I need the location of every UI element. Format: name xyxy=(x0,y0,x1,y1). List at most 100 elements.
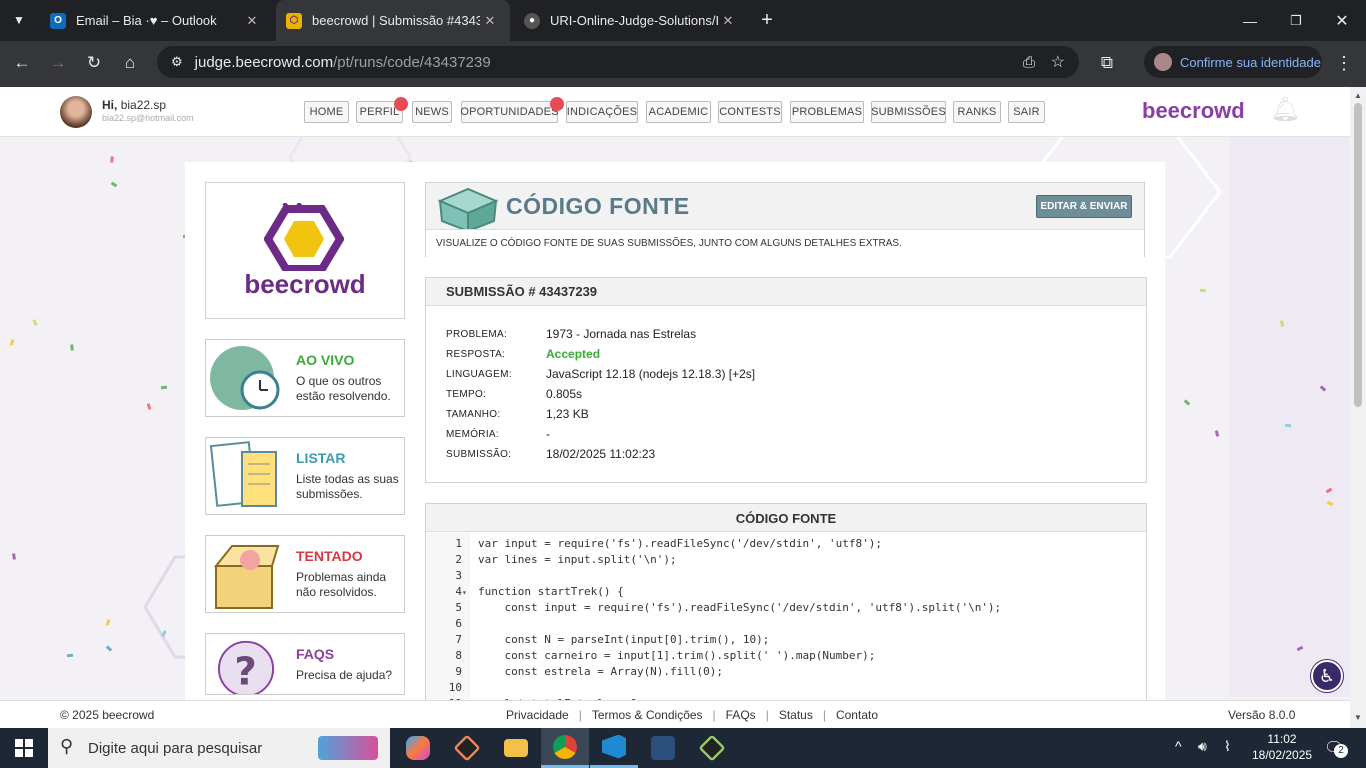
close-window-button[interactable]: ✕ xyxy=(1326,0,1358,41)
nav-academic[interactable]: ACADEMIC xyxy=(646,101,711,123)
search-highlight-icon[interactable] xyxy=(318,736,378,760)
arrow-right-icon: → xyxy=(49,53,67,72)
beecrowd-icon: ⬡ xyxy=(286,12,302,29)
question-icon: ? xyxy=(218,640,275,694)
scroll-up-icon[interactable]: ▲ xyxy=(1354,91,1362,100)
taskbar-chrome[interactable] xyxy=(541,728,589,768)
confetti xyxy=(1199,288,1207,293)
extensions-button[interactable]: ⧉ xyxy=(1091,41,1123,85)
taskbar-mysql[interactable] xyxy=(639,728,687,768)
fold-icon[interactable]: ▾ xyxy=(462,585,467,601)
sidebar-item-listar[interactable]: LISTAR Liste todas as suas submissões. xyxy=(205,437,405,515)
taskbar-copilot[interactable] xyxy=(394,728,442,768)
tab-title: Email – Bia ·♥ – Outlook xyxy=(76,13,217,28)
user-avatar[interactable] xyxy=(60,96,92,128)
notification-center-button[interactable]: 🗨︎2 xyxy=(1324,738,1348,758)
home-icon: ⌂ xyxy=(124,53,136,72)
accessibility-button[interactable]: ♿︎ xyxy=(1311,660,1343,692)
footer-link-termos[interactable]: Termos & Condições xyxy=(592,708,703,722)
nav-submissoes[interactable]: SUBMISSÕES xyxy=(871,101,946,123)
code-editor[interactable]: ▾ 1 var input = require('fs').readFileSyn… xyxy=(426,533,1146,700)
address-bar[interactable]: ⚙ judge.beecrowd.com/pt/runs/code/434372… xyxy=(157,46,1079,78)
page-scrollbar[interactable]: ▲ ▼ xyxy=(1350,87,1366,728)
scroll-down-icon[interactable]: ▼ xyxy=(1354,713,1362,722)
reload-button[interactable]: ↻ xyxy=(78,41,110,85)
taskbar-git-app-2[interactable] xyxy=(688,728,736,768)
back-button[interactable]: ← xyxy=(6,41,38,85)
git-icon xyxy=(698,734,726,762)
code-line: const estrela = Array(N).fill(0); xyxy=(478,665,724,678)
taskbar-clock[interactable]: 11:02 18/02/2025 xyxy=(1252,731,1312,763)
nav-oportunidades[interactable]: OPORTUNIDADES xyxy=(460,101,558,123)
nav-problemas[interactable]: PROBLEMAS xyxy=(790,101,864,123)
footer-link-privacidade[interactable]: Privacidade xyxy=(506,708,569,722)
maximize-button[interactable]: ❐ xyxy=(1280,0,1312,41)
value-problema[interactable]: 1973 - Jornada nas Estrelas xyxy=(546,327,696,341)
outlook-icon: O xyxy=(50,12,66,29)
url-host: judge.beecrowd.com xyxy=(194,53,334,71)
scrollbar-thumb[interactable] xyxy=(1354,103,1362,407)
profile-button[interactable]: Confirme sua identidade xyxy=(1144,46,1322,78)
edit-submit-button[interactable]: EDITAR & ENVIAR xyxy=(1036,195,1132,218)
taskbar-search[interactable]: ⚲ Digite aqui para pesquisar xyxy=(48,728,390,768)
bell-icon[interactable]: 🔔︎ xyxy=(1270,95,1300,124)
taskbar-git-app[interactable] xyxy=(443,728,491,768)
page-subtitle: VISUALIZE O CÓDIGO FONTE DE SUAS SUBMISS… xyxy=(426,229,1144,257)
minimize-button[interactable]: — xyxy=(1234,0,1266,41)
footer-link-status[interactable]: Status xyxy=(779,708,813,722)
value-tempo: 0.805s xyxy=(546,387,583,401)
search-icon: ⚲ xyxy=(60,736,74,756)
start-button[interactable] xyxy=(0,728,48,768)
sidebar-item-title: AO VIVO xyxy=(296,352,355,368)
submission-title: SUBMISSÃO # 43437239 xyxy=(426,278,1146,306)
globe-clock-icon xyxy=(210,346,280,410)
avatar xyxy=(1154,53,1172,71)
sidebar-item-ao-vivo[interactable]: AO VIVO O que os outros estão resolvendo… xyxy=(205,339,405,417)
nav-ranks[interactable]: RANKS xyxy=(953,101,1001,123)
tab-outlook[interactable]: O Email – Bia ·♥ – Outlook ✕ xyxy=(40,0,272,41)
nav-home[interactable]: HOME xyxy=(304,101,349,123)
confetti xyxy=(66,653,74,658)
sidebar-item-tentado[interactable]: TENTADO Problemas ainda não resolvidos. xyxy=(205,535,405,613)
nav-indicacoes[interactable]: INDICAÇÕES xyxy=(566,101,638,123)
install-app-icon[interactable]: ⎙ xyxy=(1023,54,1035,71)
star-icon[interactable]: ☆ xyxy=(1051,52,1065,72)
tab-beecrowd[interactable]: ⬡ beecrowd | Submissão #43437239 ✕ xyxy=(276,0,510,41)
menu-button[interactable]: ⋮ xyxy=(1328,41,1360,85)
close-icon: ✕ xyxy=(1335,12,1349,30)
code-title: CÓDIGO FONTE xyxy=(426,504,1146,532)
tab-search-button[interactable]: ▼ xyxy=(4,2,34,38)
kebab-menu-icon: ⋮ xyxy=(1335,52,1353,73)
home-button[interactable]: ⌂ xyxy=(114,41,146,85)
code-line: var lines = input.split('\n'); xyxy=(478,553,677,566)
brand-logo[interactable]: beecrowd xyxy=(1142,98,1245,124)
nav-contests[interactable]: CONTESTS xyxy=(718,101,782,123)
speaker-icon[interactable]: 🔊︎ xyxy=(1198,738,1207,755)
footer-link-faqs[interactable]: FAQs xyxy=(726,708,756,722)
close-icon[interactable]: ✕ xyxy=(242,13,262,29)
box-icon xyxy=(213,545,280,609)
code-line: const carneiro = input[1].trim().split('… xyxy=(478,649,876,662)
chevron-up-icon[interactable]: ^ xyxy=(1175,738,1182,754)
greeting-text: Hi, xyxy=(102,98,118,112)
logo-text: beecrowd xyxy=(244,269,366,299)
windows-taskbar: ⚲ Digite aqui para pesquisar ^ 🔊︎ ⌇ 11:0… xyxy=(0,728,1366,768)
line-number: 10 xyxy=(448,681,462,694)
close-icon[interactable]: ✕ xyxy=(718,13,738,29)
forward-button[interactable]: → xyxy=(42,41,74,85)
site-info-icon[interactable]: ⚙ xyxy=(171,54,183,70)
network-icon[interactable]: ⌇ xyxy=(1224,738,1231,755)
tab-github[interactable]: ● URI-Online-Judge-Solutions/Ini ✕ xyxy=(514,0,748,41)
footer-link-contato[interactable]: Contato xyxy=(836,708,878,722)
value-tamanho: 1,23 KB xyxy=(546,407,589,421)
label-tempo: TEMPO: xyxy=(446,389,487,400)
profile-label: Confirme sua identidade xyxy=(1180,54,1321,70)
new-tab-button[interactable]: + xyxy=(752,0,782,41)
taskbar-vscode[interactable] xyxy=(590,728,638,768)
label-memoria: MEMÓRIA: xyxy=(446,429,499,440)
close-icon[interactable]: ✕ xyxy=(480,13,500,29)
sidebar-item-faqs[interactable]: ? FAQS Precisa de ajuda? xyxy=(205,633,405,695)
taskbar-file-explorer[interactable] xyxy=(492,728,540,768)
nav-sair[interactable]: SAIR xyxy=(1008,101,1045,123)
nav-news[interactable]: NEWS xyxy=(412,101,452,123)
